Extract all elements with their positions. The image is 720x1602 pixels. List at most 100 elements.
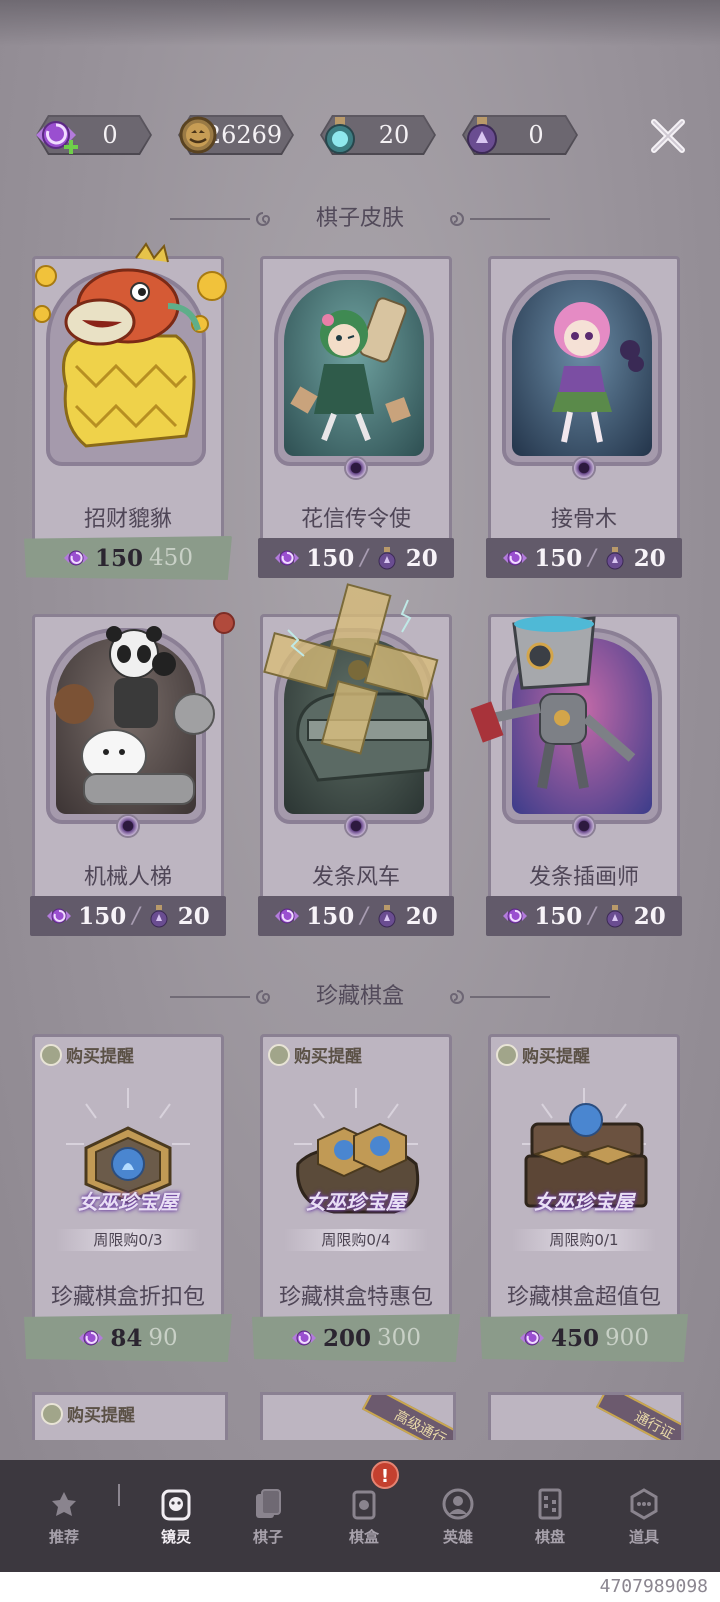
reminder-checkbox[interactable]	[41, 1402, 63, 1425]
currency-pumpkin[interactable]: 26269	[164, 115, 294, 155]
currency-candy[interactable]: 0	[22, 115, 152, 155]
skin-name: 机械人梯	[83, 865, 172, 890]
candy-icon	[275, 908, 300, 924]
price-bar[interactable]: 150 / 20	[486, 896, 682, 936]
reminder-checkbox[interactable]	[496, 1043, 518, 1066]
candy-icon	[275, 550, 300, 566]
crystal-bottle-icon	[606, 905, 624, 928]
price-row: 84 90	[24, 1314, 232, 1362]
bottom-navigation: 推荐 镜灵 棋子 棋盒 英雄 棋盘 道具	[0, 1460, 720, 1572]
box-card-discount[interactable]: 购买提醒 女巫珍宝屋 周限购0/3 珍藏棋盒折扣包 84 90	[24, 1034, 232, 1364]
price-bar[interactable]: 150 / 20	[486, 538, 682, 578]
skin-card-zhaocai[interactable]: 招财貔貅 150 450	[24, 242, 232, 586]
spirit-bottle-icon	[325, 117, 355, 154]
skin-card-windmill[interactable]: 发条风车 150 / 20	[258, 583, 454, 944]
price-bar[interactable]: 450 900	[480, 1314, 688, 1362]
nav-tab-recommend[interactable]: 推荐	[24, 1470, 104, 1560]
mirror-spirit-icon	[161, 1489, 191, 1521]
alert-badge: !	[371, 1461, 399, 1489]
header-line	[470, 218, 550, 220]
paint-robot-illustration	[470, 616, 636, 789]
price-current: 150	[95, 544, 144, 572]
price-bar[interactable]: 150 / 20	[258, 896, 454, 936]
nav-tab-board[interactable]: 棋盘	[510, 1470, 590, 1560]
partial-card-1[interactable]: 购买提醒	[32, 1392, 228, 1440]
reminder-label: 购买提醒	[522, 1047, 590, 1067]
price-separator: /	[588, 903, 596, 929]
dragon-egg-illustration	[33, 242, 227, 448]
currency-value: 0	[528, 121, 544, 149]
user-id: 4707989098	[599, 1576, 708, 1597]
price-current: 450	[551, 1324, 600, 1352]
candy-icon	[503, 550, 528, 566]
card-gem	[344, 456, 368, 480]
witch-treasure-logo: 女巫珍宝屋	[78, 1190, 178, 1214]
reminder-checkbox[interactable]	[268, 1043, 290, 1066]
box-name: 珍藏棋盒折扣包	[50, 1285, 205, 1310]
price-separator: /	[360, 903, 368, 929]
price-bar[interactable]: 84 90	[24, 1314, 232, 1362]
currency-crystal-bottle[interactable]: 0	[448, 115, 578, 155]
reminder-checkbox[interactable]	[40, 1043, 62, 1066]
price-bottle: 20	[405, 902, 438, 930]
card-gem	[116, 814, 140, 838]
skin-card-painter[interactable]: 发条插画师 150 / 20	[470, 614, 682, 944]
purchase-reminder[interactable]: 购买提醒	[496, 1042, 590, 1067]
price-bar[interactable]: 200 300	[252, 1314, 460, 1362]
witch-treasure-logo: 女巫珍宝屋	[534, 1190, 634, 1214]
currency-value: 20	[378, 121, 410, 149]
nav-tab-heroes[interactable]: 英雄	[418, 1470, 498, 1560]
crystal-bottle-icon	[606, 547, 624, 570]
price-separator: /	[588, 545, 596, 571]
currency-spirit-bottle[interactable]: 20	[306, 115, 436, 155]
price-candy: 150	[78, 902, 127, 930]
skin-name: 招财貔貅	[83, 507, 172, 532]
price-current: 200	[323, 1324, 372, 1352]
price-candy: 150	[306, 544, 355, 572]
price-row: 450 900	[480, 1314, 688, 1362]
price-candy: 150	[534, 544, 583, 572]
elder-girl-illustration	[552, 302, 644, 443]
card-gem	[572, 456, 596, 480]
nav-label: 棋盘	[534, 1528, 565, 1546]
card-gem	[344, 814, 368, 838]
witch-treasure-logo: 女巫珍宝屋	[306, 1190, 406, 1214]
price-separator: /	[132, 903, 140, 929]
price-row: 150 450	[24, 536, 232, 580]
nav-tab-items[interactable]: 道具	[604, 1470, 684, 1560]
nav-label: 道具	[628, 1528, 659, 1546]
price-bar[interactable]: 150 450	[24, 536, 232, 580]
box-card-value[interactable]: 购买提醒 女巫珍宝屋 周限购0/1 珍藏棋盒超值包 450 900	[480, 1034, 688, 1364]
price-bottle: 20	[633, 902, 666, 930]
skin-card-huaxin[interactable]: 花信传令使 150 / 20	[258, 256, 454, 586]
card-gem	[572, 814, 596, 838]
top-shade	[0, 0, 720, 46]
reminder-label: 购买提醒	[66, 1047, 134, 1067]
price-bar[interactable]: 150 / 20	[30, 896, 226, 936]
purchase-reminder[interactable]: 购买提醒	[41, 1401, 135, 1426]
heroes-icon	[442, 1488, 474, 1520]
price-original: 900	[605, 1325, 649, 1351]
candy-icon	[79, 1330, 104, 1346]
candy-icon	[47, 908, 72, 924]
windmill-illustration	[263, 583, 439, 782]
price-original: 90	[148, 1325, 178, 1351]
price-bottle: 20	[177, 902, 210, 930]
skin-card-jixie[interactable]: 机械人梯 150 / 20	[30, 614, 226, 944]
candy-icon	[503, 908, 528, 924]
purchase-reminder[interactable]: 购买提醒	[268, 1042, 362, 1067]
nav-tab-mirror-spirit[interactable]: 镜灵	[136, 1470, 216, 1560]
close-icon[interactable]	[648, 116, 688, 156]
purchase-reminder[interactable]: 购买提醒	[40, 1042, 134, 1067]
weekly-limit: 周限购0/1	[512, 1229, 656, 1251]
box-card-special[interactable]: 购买提醒 女巫珍宝屋 周限购0/4 珍藏棋盒特惠包 200 300	[252, 1034, 460, 1364]
items-icon	[630, 1488, 658, 1520]
price-row: 150 / 20	[486, 896, 682, 936]
partial-card-2[interactable]: 高级通行	[260, 1392, 456, 1440]
skin-card-jiegumu[interactable]: 接骨木 150 / 20	[486, 256, 682, 586]
skin-name: 发条风车	[311, 865, 400, 890]
partial-card-3[interactable]: 通行证	[488, 1392, 684, 1440]
ribbon-label: 高级通行	[361, 1395, 453, 1440]
nav-tab-pieces[interactable]: 棋子	[228, 1470, 308, 1560]
boxes-icon	[352, 1490, 376, 1520]
